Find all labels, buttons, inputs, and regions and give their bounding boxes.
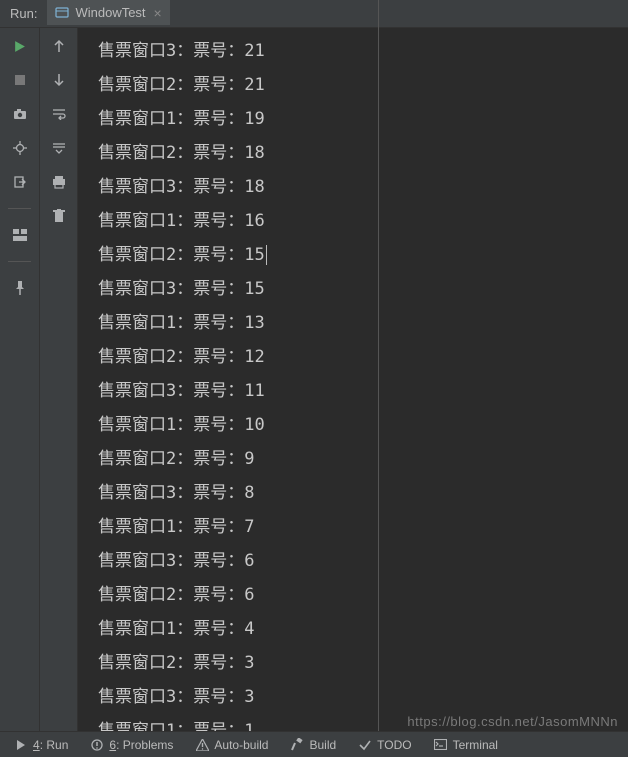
statusbar: 4: Run 6: Problems Auto-build Build TODO… [0,731,628,757]
stop-icon[interactable] [12,72,28,88]
app-icon [55,6,69,20]
run-toolbar-secondary [40,28,78,731]
info-icon [90,738,104,752]
console-line: 售票窗口2：票号：21 [98,68,628,102]
sb-terminal-label: Terminal [453,738,498,752]
sb-todo[interactable]: TODO [350,738,419,752]
console-line: 售票窗口3：票号：11 [98,374,628,408]
console-line: 售票窗口1：票号：7 [98,510,628,544]
tab-title: WindowTest [75,5,145,20]
trash-icon[interactable] [51,208,67,224]
layout-icon[interactable] [12,227,28,243]
console-line: 售票窗口3：票号：3 [98,680,628,714]
sb-problems-label: 6: Problems [109,738,173,752]
up-arrow-icon[interactable] [51,38,67,54]
run-header: Run: WindowTest × [0,0,628,28]
text-caret [266,245,267,265]
camera-icon[interactable] [12,106,28,122]
console-line: 售票窗口3：票号：15 [98,272,628,306]
divider [8,208,31,209]
soft-wrap-icon[interactable] [51,106,67,122]
rerun-icon[interactable] [12,38,28,54]
console-line: 售票窗口2：票号：9 [98,442,628,476]
sb-problems[interactable]: 6: Problems [82,738,181,752]
console-line: 售票窗口1：票号：4 [98,612,628,646]
sb-todo-label: TODO [377,738,411,752]
debug-icon[interactable] [12,140,28,156]
warning-icon [195,738,209,752]
console-line: 售票窗口2：票号：3 [98,646,628,680]
sb-terminal[interactable]: Terminal [426,738,506,752]
sb-run[interactable]: 4: Run [6,738,76,752]
console-line: 售票窗口3：票号：8 [98,476,628,510]
down-arrow-icon[interactable] [51,72,67,88]
exit-icon[interactable] [12,174,28,190]
main-area: 售票窗口3：票号：21售票窗口2：票号：21售票窗口1：票号：19售票窗口2：票… [0,28,628,731]
sb-run-label: 4: Run [33,738,68,752]
hammer-icon [290,738,304,752]
console-line: 售票窗口1：票号：1 [98,714,628,731]
divider [8,261,31,262]
console-line: 售票窗口3：票号：6 [98,544,628,578]
sb-build[interactable]: Build [282,738,344,752]
console-line: 售票窗口2：票号：12 [98,340,628,374]
run-toolbar-primary [0,28,40,731]
console-line: 售票窗口3：票号：18 [98,170,628,204]
pin-icon[interactable] [12,280,28,296]
check-icon [358,738,372,752]
console-line: 售票窗口2：票号：6 [98,578,628,612]
play-icon [14,738,28,752]
close-icon[interactable]: × [154,5,162,21]
console-line: 售票窗口2：票号：15 [98,238,628,272]
sb-autobuild[interactable]: Auto-build [187,738,276,752]
print-icon[interactable] [51,174,67,190]
console-line: 售票窗口1：票号：19 [98,102,628,136]
console-line: 售票窗口3：票号：21 [98,34,628,68]
run-label: Run: [0,6,47,21]
console-output[interactable]: 售票窗口3：票号：21售票窗口2：票号：21售票窗口1：票号：19售票窗口2：票… [78,28,628,731]
vertical-divider [378,0,379,731]
run-tab[interactable]: WindowTest × [47,0,169,27]
console-line: 售票窗口2：票号：18 [98,136,628,170]
terminal-icon [434,738,448,752]
console-line: 售票窗口1：票号：10 [98,408,628,442]
console-line: 售票窗口1：票号：13 [98,306,628,340]
sb-autobuild-label: Auto-build [214,738,268,752]
console-line: 售票窗口1：票号：16 [98,204,628,238]
scroll-end-icon[interactable] [51,140,67,156]
sb-build-label: Build [309,738,336,752]
